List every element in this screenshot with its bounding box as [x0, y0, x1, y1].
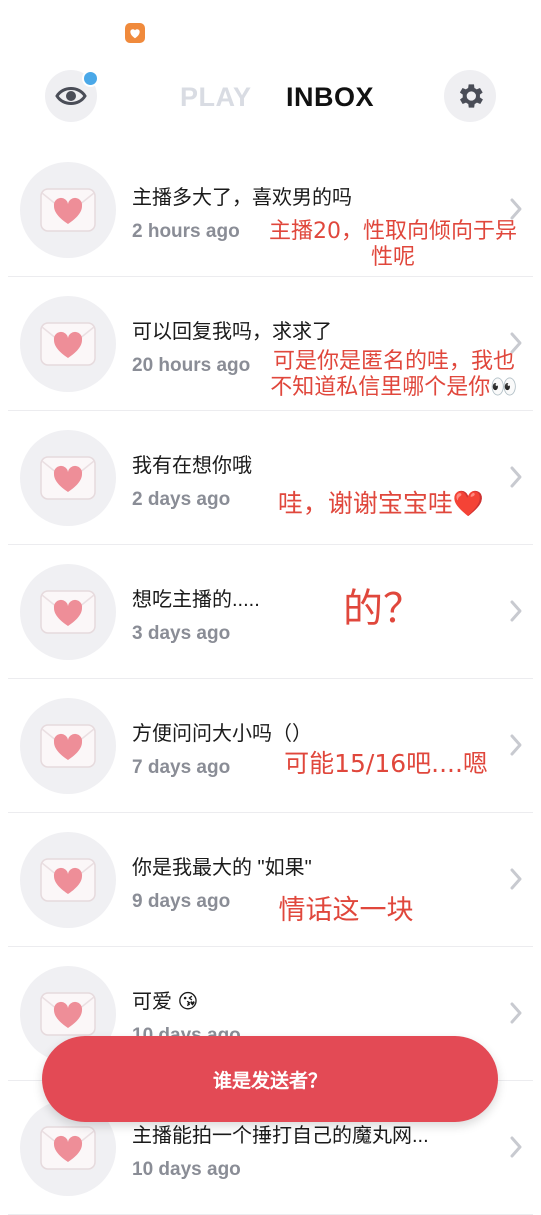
list-item[interactable]: 我有在想你哦 2 days ago 哇，谢谢宝宝哇❤️	[8, 411, 533, 545]
list-item[interactable]: 你是我最大的 "如果" 9 days ago 情话这一块	[8, 813, 533, 947]
message-time: 20 hours ago	[132, 355, 251, 376]
heart-envelope-icon	[40, 456, 96, 500]
message-time: 9 days ago	[132, 891, 231, 912]
message-title: 主播多大了，喜欢男的吗	[132, 187, 352, 209]
message-time: 10 days ago	[132, 1159, 241, 1180]
handwritten-note: 可是你是匿名的哇，我也 不知道私信里哪个是你👀	[270, 349, 518, 400]
reveal-sender-button[interactable]: 谁是发送者？	[42, 1036, 498, 1122]
message-time: 7 days ago	[132, 757, 231, 778]
top-bar: PLAY INBOX	[0, 70, 541, 126]
heart-envelope-icon	[40, 1126, 96, 1170]
heart-envelope-icon	[40, 858, 96, 902]
envelope-avatar	[20, 832, 116, 928]
chevron-right-icon	[510, 868, 522, 890]
notification-dot	[82, 70, 99, 87]
list-item[interactable]: 方便问问大小吗（） 7 days ago 可能15/16吧....嗯	[8, 679, 533, 813]
handwritten-note: 情话这一块	[278, 895, 414, 926]
message-time: 2 days ago	[132, 489, 231, 510]
envelope-avatar	[20, 162, 116, 258]
message-title: 你是我最大的 "如果"	[132, 857, 312, 879]
envelope-avatar	[20, 430, 116, 526]
gear-icon	[459, 84, 483, 108]
tab-inbox[interactable]: INBOX	[286, 82, 374, 113]
envelope-avatar	[20, 564, 116, 660]
message-title: 想吃主播的.....	[132, 589, 260, 611]
handwritten-note: 可能15/16吧....嗯	[284, 749, 488, 778]
heart-envelope-icon	[40, 992, 96, 1036]
handwritten-note: 主播20，性取向倾向于异 性呢	[269, 219, 517, 270]
message-time: 2 hours ago	[132, 221, 240, 242]
message-title: 方便问问大小吗（）	[132, 723, 312, 745]
chevron-right-icon	[510, 1002, 522, 1024]
message-title: 主播能拍一个捶打自己的魔丸网...	[132, 1125, 429, 1147]
settings-button[interactable]	[444, 70, 496, 122]
chevron-right-icon	[510, 332, 522, 354]
app-notification-icon	[125, 23, 145, 43]
handwritten-note: 的？	[343, 586, 423, 632]
chevron-right-icon	[510, 466, 522, 488]
heart-envelope-icon	[40, 724, 96, 768]
envelope-avatar	[20, 698, 116, 794]
heart-envelope-icon	[40, 322, 96, 366]
heart-envelope-icon	[40, 188, 96, 232]
message-time: 3 days ago	[132, 623, 231, 644]
tab-play[interactable]: PLAY	[180, 82, 252, 113]
list-item[interactable]: 可以回复我吗，求求了 20 hours ago 可是你是匿名的哇，我也 不知道私…	[8, 277, 533, 411]
list-item[interactable]: 主播多大了，喜欢男的吗 2 hours ago 主播20，性取向倾向于异 性呢	[8, 143, 533, 277]
message-title: 可爱 😘	[132, 991, 199, 1013]
chevron-right-icon	[510, 1136, 522, 1158]
heart-envelope-icon	[40, 590, 96, 634]
list-item[interactable]: 想吃主播的..... 3 days ago 的？	[8, 545, 533, 679]
chevron-right-icon	[510, 734, 522, 756]
handwritten-note: 哇，谢谢宝宝哇❤️	[277, 489, 485, 518]
message-title: 我有在想你哦	[132, 455, 252, 477]
envelope-avatar	[20, 296, 116, 392]
eye-icon	[55, 87, 87, 105]
chevron-right-icon	[510, 198, 522, 220]
message-title: 可以回复我吗，求求了	[132, 321, 332, 343]
chevron-right-icon	[510, 600, 522, 622]
